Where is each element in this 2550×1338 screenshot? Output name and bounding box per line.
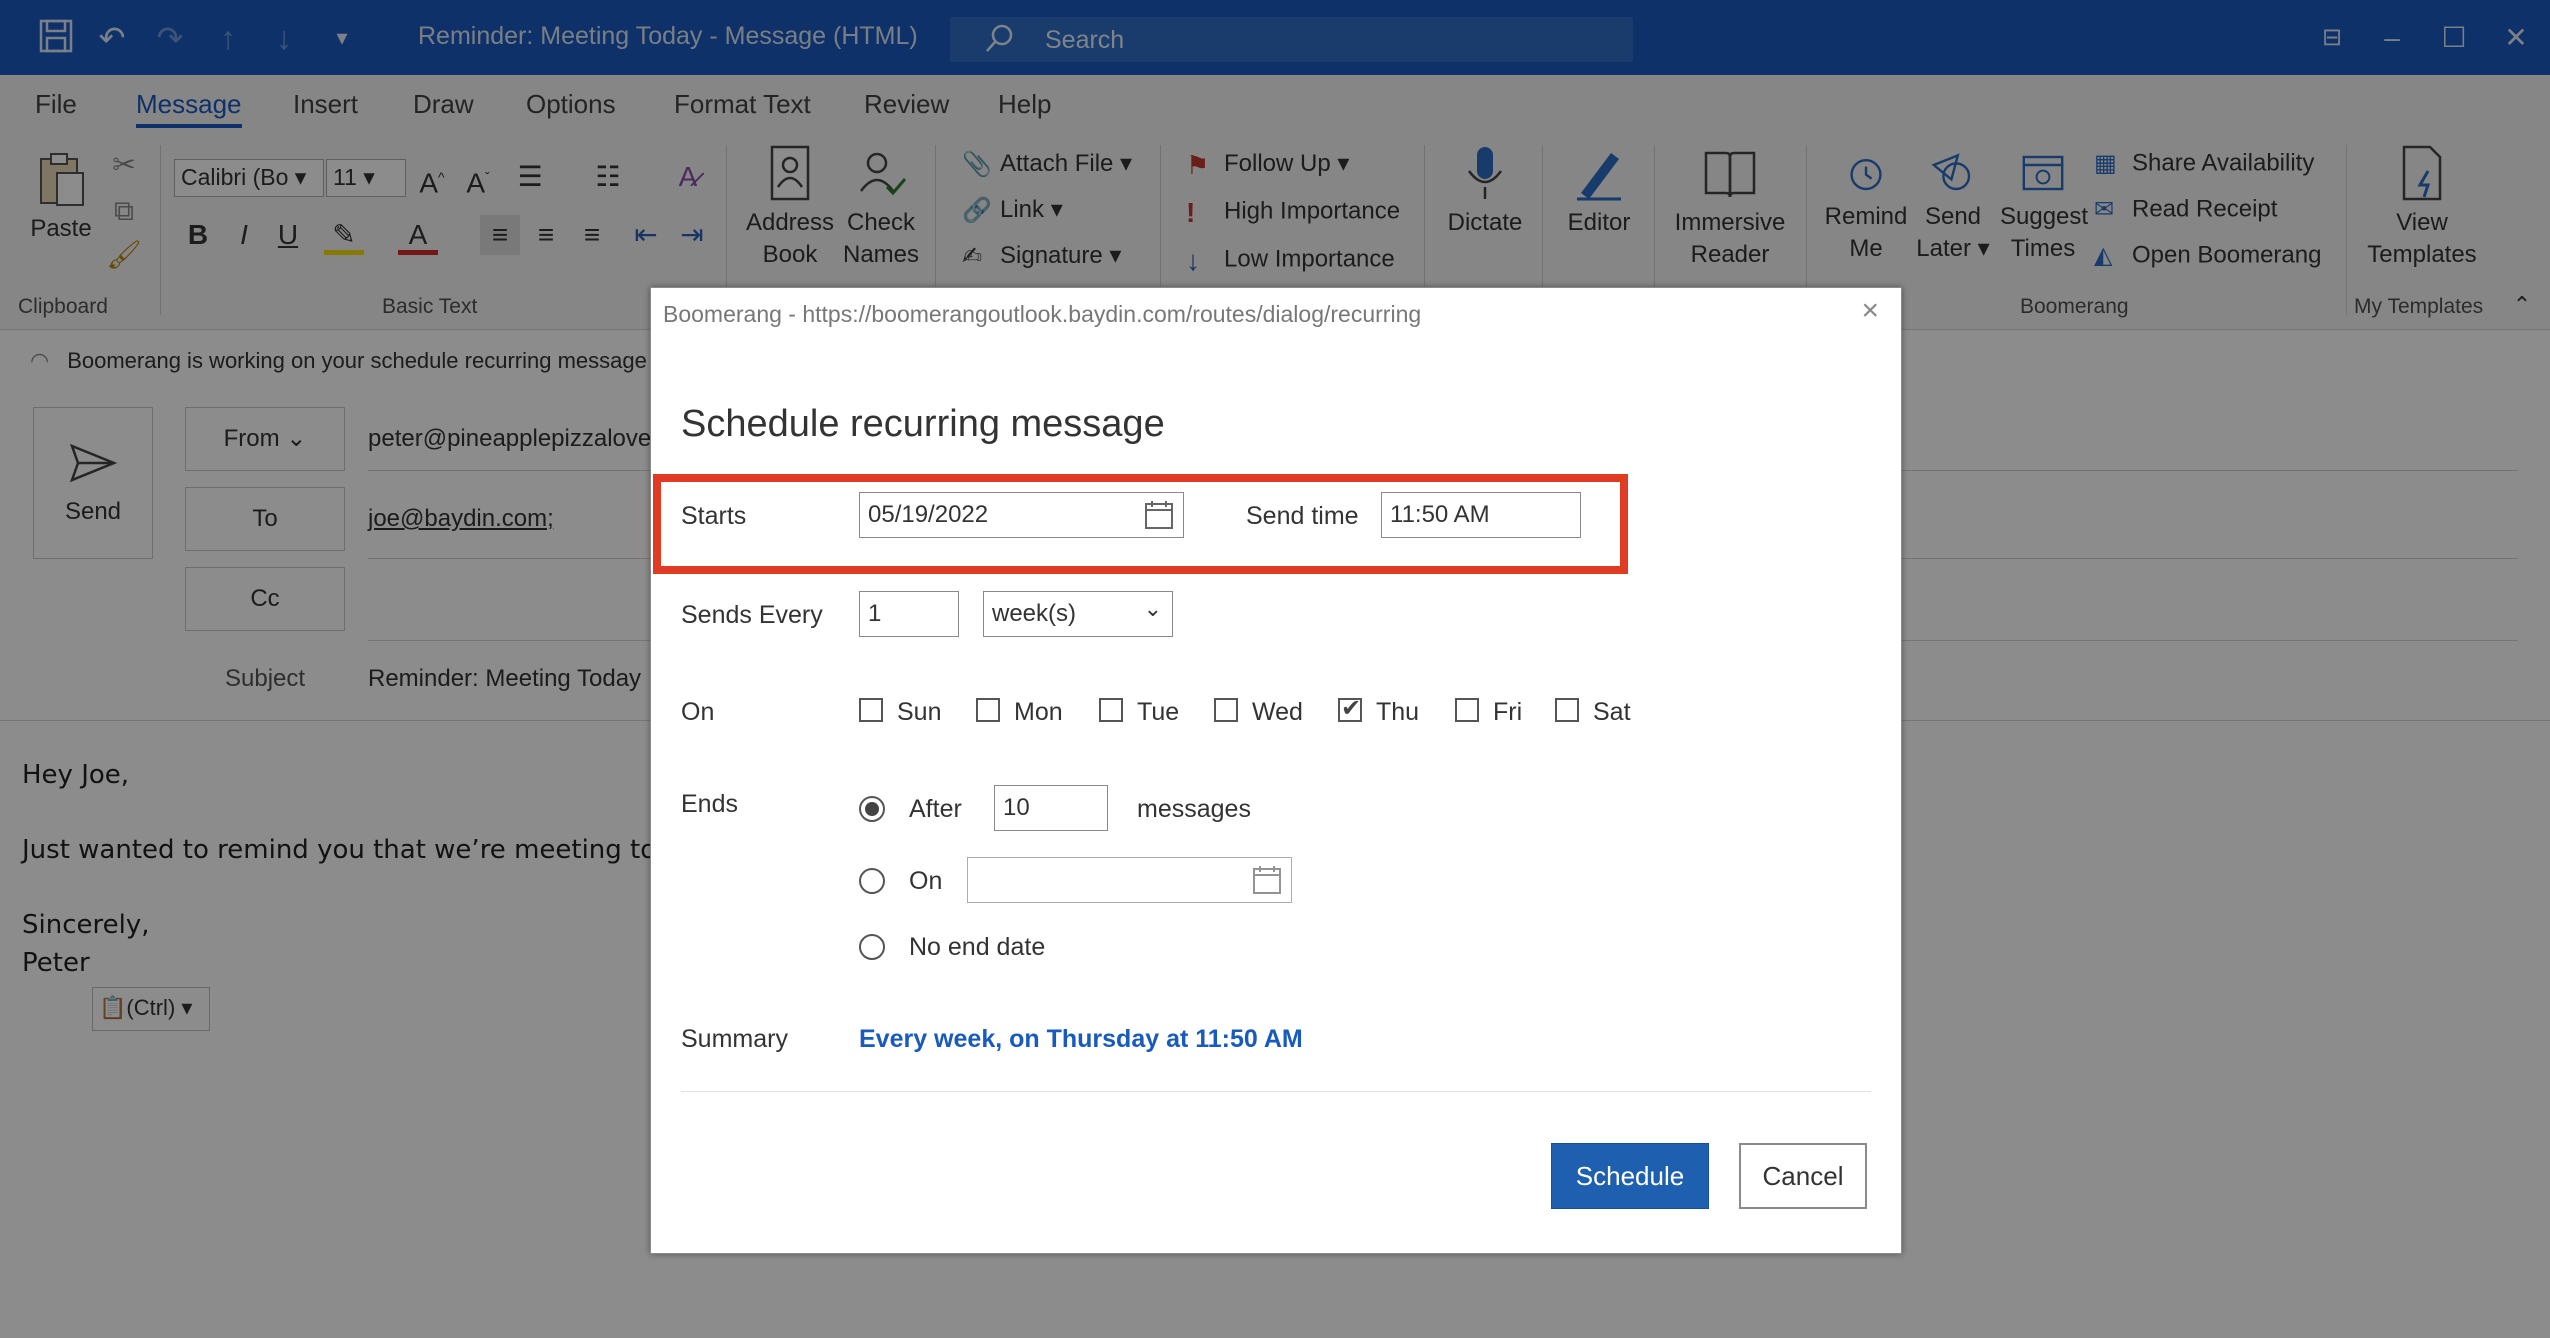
ends-after-unit: messages bbox=[1137, 795, 1251, 823]
ends-label: Ends bbox=[681, 790, 738, 818]
ends-after-label: After bbox=[909, 795, 962, 823]
checkbox-box bbox=[976, 698, 1000, 722]
day-sat-checkbox[interactable]: Sat bbox=[1555, 698, 1631, 727]
summary-label: Summary bbox=[681, 1025, 788, 1053]
start-date-input[interactable]: 05/19/2022 bbox=[859, 492, 1184, 538]
checkbox-box bbox=[1338, 694, 1362, 723]
schedule-button[interactable]: Schedule bbox=[1551, 1143, 1709, 1209]
day-mon-checkbox[interactable]: Mon bbox=[976, 698, 1063, 727]
summary-value: Every week, on Thursday at 11:50 AM bbox=[859, 1025, 1303, 1053]
ends-on-label: On bbox=[909, 867, 943, 895]
no-end-date-label: No end date bbox=[909, 933, 1046, 961]
ends-after-count-input[interactable]: 10 bbox=[994, 785, 1108, 831]
ends-on-radio[interactable] bbox=[859, 868, 885, 894]
chevron-down-icon: ⌄ bbox=[1143, 596, 1162, 621]
checkbox-box bbox=[1214, 698, 1238, 722]
divider bbox=[681, 1091, 1871, 1092]
send-time-input[interactable]: 11:50 AM bbox=[1381, 492, 1581, 538]
day-fri-checkbox[interactable]: Fri bbox=[1455, 698, 1522, 727]
on-label: On bbox=[681, 698, 715, 726]
calendar-icon bbox=[1145, 501, 1173, 529]
ends-after-radio[interactable] bbox=[859, 796, 885, 822]
day-thu-checkbox[interactable]: Thu bbox=[1338, 694, 1419, 727]
no-end-date-radio[interactable] bbox=[859, 934, 885, 960]
checkbox-box bbox=[859, 698, 883, 722]
checkbox-box bbox=[1555, 698, 1579, 722]
sends-every-input[interactable]: 1 bbox=[859, 591, 959, 637]
cancel-button[interactable]: Cancel bbox=[1739, 1143, 1867, 1209]
day-tue-checkbox[interactable]: Tue bbox=[1099, 698, 1179, 727]
dialog-heading: Schedule recurring message bbox=[681, 403, 1165, 445]
starts-label: Starts bbox=[681, 502, 747, 530]
send-time-label: Send time bbox=[1246, 502, 1359, 530]
dialog-title: Boomerang - https://boomerangoutlook.bay… bbox=[663, 301, 1422, 327]
checkbox-box bbox=[1099, 698, 1123, 722]
checkbox-box bbox=[1455, 698, 1479, 722]
sends-every-unit-select[interactable]: week(s) ⌄ bbox=[983, 591, 1173, 637]
end-date-input[interactable] bbox=[967, 857, 1292, 903]
close-icon[interactable]: × bbox=[1861, 294, 1879, 328]
day-sun-checkbox[interactable]: Sun bbox=[859, 698, 941, 727]
calendar-icon bbox=[1253, 866, 1281, 894]
schedule-recurring-dialog: Boomerang - https://boomerangoutlook.bay… bbox=[650, 287, 1902, 1254]
dialog-title-bar: Boomerang - https://boomerangoutlook.bay… bbox=[651, 288, 1901, 340]
sends-every-label: Sends Every bbox=[681, 601, 823, 629]
day-wed-checkbox[interactable]: Wed bbox=[1214, 698, 1303, 727]
